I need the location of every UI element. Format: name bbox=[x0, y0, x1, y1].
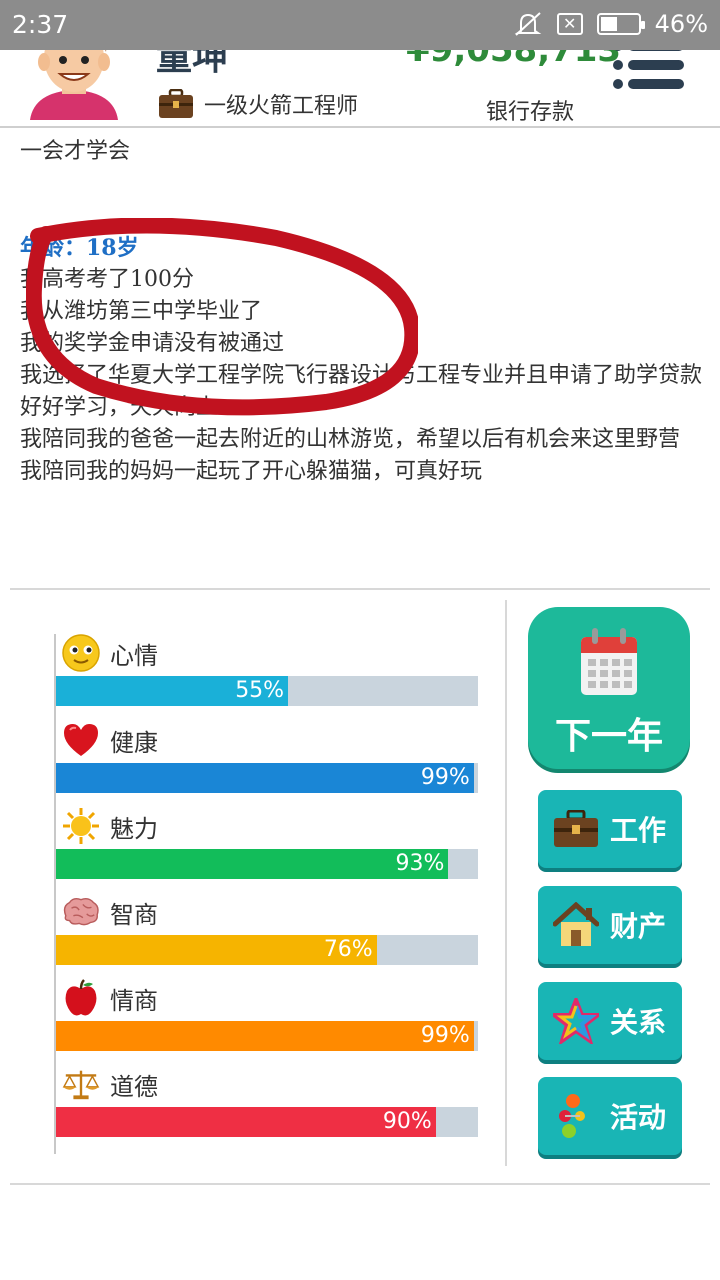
next-year-button[interactable]: 下一年 bbox=[528, 607, 690, 769]
house-icon bbox=[552, 901, 600, 949]
status-time: 2:37 bbox=[12, 10, 69, 39]
stat-track: 76% bbox=[56, 935, 478, 965]
column-divider bbox=[505, 600, 507, 1166]
briefcase-icon bbox=[159, 89, 193, 118]
stat-label: 健康 bbox=[110, 728, 158, 757]
event-log: 一会才学会 年龄：18岁 我高考考了100分 我从潍坊第三中学毕业了 我的奖学金… bbox=[20, 136, 710, 488]
work-button[interactable]: 工作 bbox=[538, 790, 682, 868]
log-line: 好好学习，天天向上 bbox=[20, 395, 219, 420]
brain-icon bbox=[62, 893, 100, 931]
apple-icon bbox=[62, 979, 100, 1017]
stat-percent: 99% bbox=[420, 765, 470, 790]
log-line: 我从潍坊第三中学毕业了 bbox=[20, 299, 263, 324]
stat-label: 情商 bbox=[110, 986, 158, 1015]
star-icon bbox=[552, 997, 600, 1045]
stat-track: 93% bbox=[56, 849, 478, 879]
stat-health: 健康 99% bbox=[56, 721, 478, 807]
job-title: 一级火箭工程师 bbox=[158, 88, 358, 120]
property-button[interactable]: 财产 bbox=[538, 886, 682, 964]
section-divider bbox=[10, 588, 710, 590]
log-intro: 一会才学会 bbox=[20, 139, 131, 164]
stat-track: 99% bbox=[56, 1021, 478, 1051]
log-line: 我陪同我的妈妈一起玩了开心躲猫猫，可真好玩 bbox=[20, 459, 483, 484]
stat-percent: 76% bbox=[323, 937, 373, 962]
next-year-label: 下一年 bbox=[554, 716, 663, 757]
stat-label: 道德 bbox=[110, 1072, 158, 1101]
stat-track: 90% bbox=[56, 1107, 478, 1137]
log-age: 年龄：18岁 bbox=[20, 235, 139, 261]
mute-icon bbox=[514, 12, 541, 36]
stat-bar: 99% bbox=[56, 763, 474, 793]
heart-icon bbox=[62, 721, 100, 759]
stat-bar: 99% bbox=[56, 1021, 474, 1051]
work-label: 工作 bbox=[610, 814, 667, 847]
activities-button[interactable]: 活动 bbox=[538, 1077, 682, 1155]
money-label: 银行存款 bbox=[486, 100, 575, 125]
stat-percent: 90% bbox=[382, 1109, 432, 1134]
stat-track: 99% bbox=[56, 763, 478, 793]
relations-button[interactable]: 关系 bbox=[538, 982, 682, 1060]
relations-label: 关系 bbox=[610, 1006, 667, 1039]
stat-track: 55% bbox=[56, 676, 478, 706]
bottom-divider bbox=[10, 1183, 710, 1185]
sun-icon bbox=[62, 807, 100, 845]
stat-percent: 55% bbox=[235, 678, 285, 703]
dots-icon bbox=[552, 1092, 600, 1140]
sim-off-icon: ✕ bbox=[556, 13, 583, 35]
log-line: 我陪同我的爸爸一起去附近的山林游览，希望以后有机会来这里野营 bbox=[20, 427, 681, 452]
property-label: 财产 bbox=[610, 910, 667, 943]
scales-icon bbox=[62, 1065, 100, 1103]
stat-bar: 76% bbox=[56, 935, 377, 965]
stat-iq: 智商 76% bbox=[56, 893, 478, 979]
stat-eq: 情商 99% bbox=[56, 979, 478, 1065]
activities-label: 活动 bbox=[610, 1101, 667, 1134]
stat-percent: 93% bbox=[395, 851, 445, 876]
log-line: 我的奖学金申请没有被通过 bbox=[20, 331, 285, 356]
job-title-text: 一级火箭工程师 bbox=[204, 94, 359, 119]
calendar-icon bbox=[581, 628, 637, 695]
stat-bar: 93% bbox=[56, 849, 449, 879]
stat-label: 智商 bbox=[110, 900, 158, 929]
smiley-icon bbox=[62, 634, 100, 672]
stat-bar: 90% bbox=[56, 1107, 436, 1137]
log-line: 我高考考了100分 bbox=[20, 267, 194, 292]
briefcase-icon bbox=[552, 805, 600, 853]
stat-mood: 心情 55% bbox=[56, 634, 478, 720]
stat-label: 魅力 bbox=[110, 814, 158, 843]
stat-percent: 99% bbox=[420, 1023, 470, 1048]
log-line: 我选择了华夏大学工程学院飞行器设计与工程专业并且申请了助学贷款 bbox=[20, 363, 703, 388]
battery-percent: 46% bbox=[654, 10, 708, 38]
stat-label: 心情 bbox=[110, 641, 158, 670]
stat-bar: 55% bbox=[56, 676, 289, 706]
status-bar: 2:37 ✕ 46% bbox=[0, 0, 720, 50]
stat-morality: 道德 90% bbox=[56, 1065, 478, 1151]
stat-charm: 魅力 93% bbox=[56, 807, 478, 893]
battery-icon bbox=[596, 13, 645, 35]
